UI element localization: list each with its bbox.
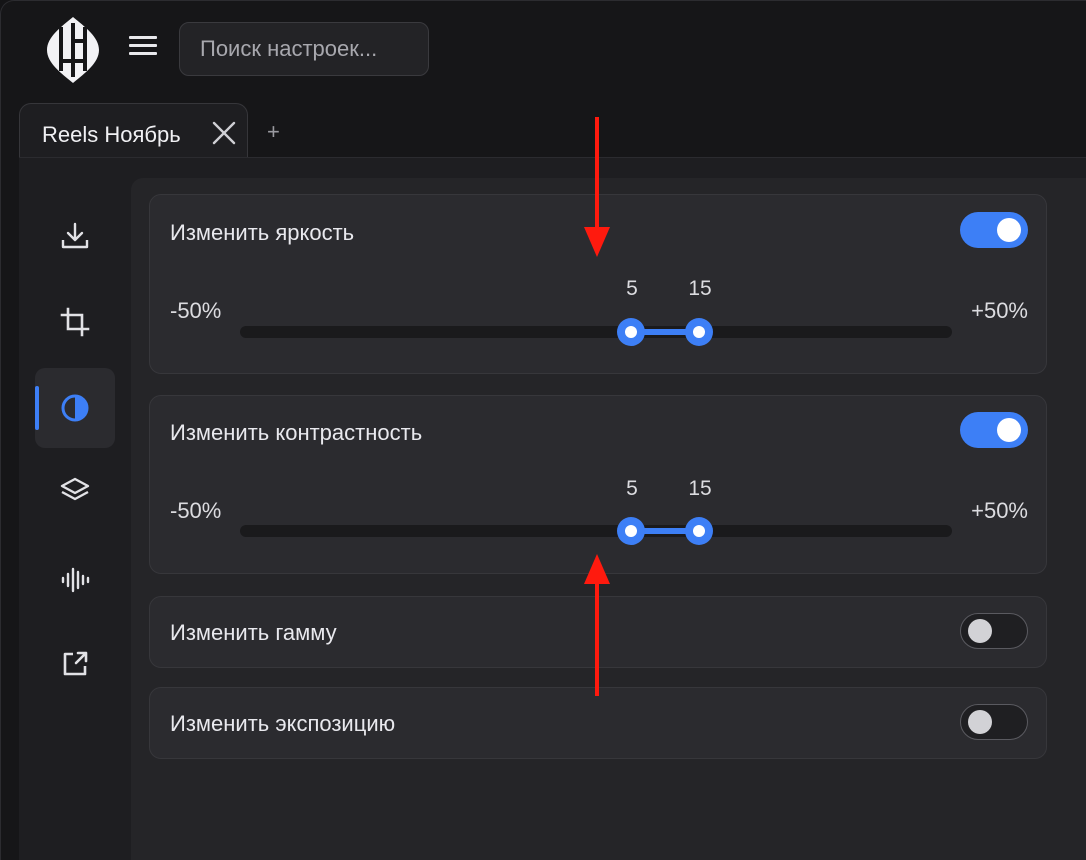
search-input[interactable]	[179, 22, 429, 76]
range-min-label: -50%	[170, 298, 222, 323]
annotation-arrow-down	[584, 117, 610, 257]
slider-low-handle[interactable]	[617, 517, 645, 545]
contrast-icon	[61, 394, 89, 422]
layers-icon	[60, 477, 90, 501]
crop-icon	[60, 307, 90, 337]
add-tab-icon[interactable]: +	[267, 119, 280, 145]
app-window: Reels Ноябрь +	[0, 0, 1086, 860]
sidebar-item-color[interactable]	[35, 368, 115, 448]
slider-high-value: 15	[688, 477, 712, 500]
contrast-slider[interactable]	[240, 517, 952, 545]
sidebar-item-crop[interactable]	[35, 282, 115, 362]
content-area: Изменить яркость 5 15 -50% +50% Изменить…	[19, 157, 1086, 860]
tab-label: Reels Ноябрь	[42, 122, 181, 147]
app-logo	[47, 17, 99, 83]
contrast-card: Изменить контрастность 5 15 -50% +50%	[149, 395, 1047, 574]
slider-high-handle[interactable]	[685, 517, 713, 545]
audio-waveform-icon	[61, 567, 90, 593]
range-min-label: -50%	[170, 498, 222, 523]
sidebar-item-download[interactable]	[35, 196, 115, 276]
range-max-label: +50%	[971, 298, 1028, 323]
close-icon[interactable]	[211, 120, 237, 146]
brightness-slider[interactable]	[240, 318, 952, 346]
tab-reels[interactable]: Reels Ноябрь	[19, 103, 248, 163]
slider-high-value: 15	[688, 277, 712, 300]
download-icon	[61, 222, 89, 249]
sidebar-item-export[interactable]	[35, 624, 115, 704]
menu-icon[interactable]	[129, 36, 157, 60]
settings-panel: Изменить яркость 5 15 -50% +50% Изменить…	[131, 178, 1086, 860]
range-max-label: +50%	[971, 498, 1028, 523]
slider-low-value: 5	[626, 477, 638, 500]
external-link-icon	[63, 651, 88, 676]
sidebar-item-audio[interactable]	[35, 540, 115, 620]
sidebar-item-layers[interactable]	[35, 450, 115, 530]
slider-high-handle[interactable]	[685, 318, 713, 346]
slider-low-handle[interactable]	[617, 318, 645, 346]
slider-low-value: 5	[626, 277, 638, 300]
gamma-toggle[interactable]	[960, 613, 1028, 649]
exposure-toggle[interactable]	[960, 704, 1028, 740]
card-title: Изменить экспозицию	[170, 711, 396, 736]
contrast-toggle[interactable]	[960, 412, 1028, 448]
card-title: Изменить яркость	[170, 220, 355, 245]
card-title: Изменить гамму	[170, 620, 337, 645]
card-title: Изменить контрастность	[170, 420, 423, 445]
brightness-toggle[interactable]	[960, 212, 1028, 248]
annotation-arrow-up	[584, 554, 610, 696]
sidebar	[19, 158, 129, 860]
